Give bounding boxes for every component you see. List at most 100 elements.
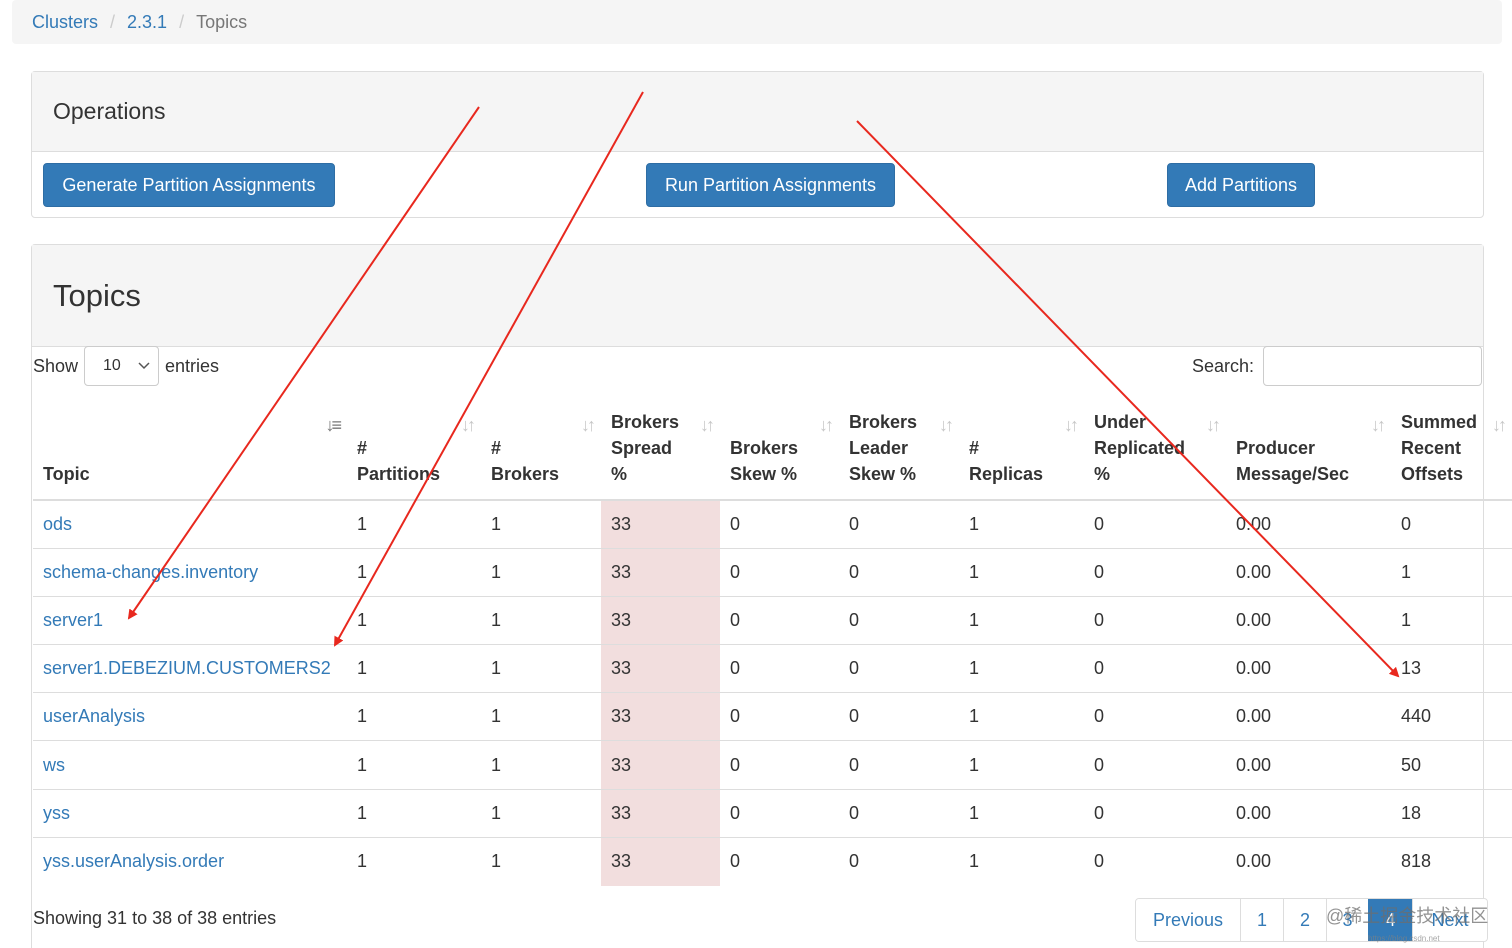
cell-replicas: 1 xyxy=(959,692,1084,741)
cell-under-replicated: 0 xyxy=(1084,836,1226,886)
cell-replicas: 1 xyxy=(959,644,1084,693)
cell-brokers-skew: 0 xyxy=(720,692,839,741)
column-header-summed-recent-offsets[interactable]: Summed Recent Offsets ↓↑ xyxy=(1391,402,1512,501)
topic-link[interactable]: yss.userAnalysis.order xyxy=(43,851,224,871)
pagination-page[interactable]: 2 xyxy=(1283,899,1326,941)
page-size-select[interactable]: 10 xyxy=(84,346,160,386)
column-header-label: Offsets xyxy=(1401,464,1464,484)
cell-brokers: 1 xyxy=(481,692,601,741)
pagination-previous[interactable]: Previous xyxy=(1136,899,1240,941)
column-header-under-replicated[interactable]: Under Replicated% ↓↑ xyxy=(1084,402,1226,501)
sort-icon[interactable]: ↓↑ xyxy=(461,412,476,438)
cell-brokers-skew: 0 xyxy=(720,644,839,693)
cell-brokers-skew: 0 xyxy=(720,788,839,838)
cell-under-replicated: 0 xyxy=(1084,547,1226,597)
topic-link[interactable]: yss xyxy=(43,803,70,823)
sort-icon[interactable]: ↓↑ xyxy=(1206,412,1221,438)
cell-brokers-leader-skew: 0 xyxy=(839,836,959,886)
column-header-producer-message-sec[interactable]: Producer Message/Sec ↓↑ xyxy=(1226,402,1391,501)
sort-asc-icon[interactable]: ↓≡ xyxy=(325,412,341,438)
generate-partition-assignments-button[interactable]: Generate Partition Assignments xyxy=(43,163,335,207)
topic-link[interactable]: userAnalysis xyxy=(43,706,145,726)
table-row: userAnalysis 1 1 33 0 0 1 0 0.00 440 xyxy=(33,692,1512,741)
column-header-label: Skew % xyxy=(730,464,798,484)
cell-partitions: 1 xyxy=(347,692,481,741)
cell-summed-recent-offsets: 818 xyxy=(1391,836,1512,886)
cell-producer-message-sec: 0.00 xyxy=(1226,788,1391,838)
breadcrumb-separator: / xyxy=(179,11,185,32)
search-label: Search: xyxy=(1192,355,1255,376)
column-header-label: Summed xyxy=(1401,412,1478,432)
cell-brokers-skew: 0 xyxy=(720,595,839,645)
cell-brokers-spread: 33 xyxy=(601,788,720,838)
cell-under-replicated: 0 xyxy=(1084,788,1226,838)
sort-icon[interactable]: ↓↑ xyxy=(700,412,715,438)
topics-title: Topics xyxy=(32,245,1483,347)
cell-brokers-skew: 0 xyxy=(720,836,839,886)
column-header-brokers-leader-skew[interactable]: Brokers Leader Skew % ↓↑ xyxy=(839,402,959,501)
cell-brokers-skew: 0 xyxy=(720,547,839,597)
cell-brokers-leader-skew: 0 xyxy=(839,740,959,790)
column-header-label: Brokers xyxy=(849,412,918,432)
cell-under-replicated: 0 xyxy=(1084,740,1226,790)
cell-summed-recent-offsets: 1 xyxy=(1391,547,1512,597)
breadcrumb-topics: Topics xyxy=(196,11,248,32)
cell-topic: userAnalysis xyxy=(33,692,347,741)
chevron-down-icon xyxy=(138,362,150,370)
breadcrumb-clusters[interactable]: Clusters xyxy=(32,12,98,33)
search-input[interactable] xyxy=(1263,346,1483,386)
run-partition-assignments-button[interactable]: Run Partition Assignments xyxy=(646,163,895,207)
show-label: Show xyxy=(33,355,79,376)
cell-topic: ods xyxy=(33,500,347,548)
cell-under-replicated: 0 xyxy=(1094,513,1105,534)
cell-topic: server1.DEBEZIUM.CUSTOMERS2 xyxy=(33,644,347,693)
column-header-topic[interactable]: Topic ↓≡ xyxy=(33,402,347,501)
cell-partitions: 1 xyxy=(347,788,481,838)
topic-link[interactable]: server1.DEBEZIUM.CUSTOMERS2 xyxy=(43,658,331,678)
column-header-replicas[interactable]: # Replicas ↓↑ xyxy=(959,402,1084,501)
sort-icon[interactable]: ↓↑ xyxy=(1371,412,1386,438)
column-header-label: # xyxy=(491,438,502,458)
search-control: Search: xyxy=(1192,346,1483,386)
cell-producer-message-sec: 0.00 xyxy=(1226,692,1391,741)
column-header-label: Replicated xyxy=(1094,438,1186,458)
topic-link[interactable]: schema-changes.inventory xyxy=(43,562,258,582)
cell-brokers-leader-skew: 0 xyxy=(839,547,959,597)
cell-brokers-spread: 33 xyxy=(601,836,720,886)
page-size-control: Show 10 entries xyxy=(33,346,219,386)
cell-summed-recent-offsets: 0 xyxy=(1401,513,1412,534)
column-header-label: Brokers xyxy=(491,464,560,484)
cell-topic: yss xyxy=(33,788,347,838)
cell-producer-message-sec: 0.00 xyxy=(1226,740,1391,790)
sort-icon[interactable]: ↓↑ xyxy=(581,412,596,438)
column-header-label: % xyxy=(1094,464,1111,484)
column-header-brokers-spread[interactable]: Brokers Spread% ↓↑ xyxy=(601,402,720,501)
cell-summed-recent-offsets: 18 xyxy=(1391,788,1512,838)
pagination-page[interactable]: 1 xyxy=(1240,899,1283,941)
column-header-brokers-skew[interactable]: Brokers Skew % ↓↑ xyxy=(720,402,839,501)
table-info: Showing 31 to 38 of 38 entries xyxy=(33,908,277,928)
cell-replicas: 1 xyxy=(959,547,1084,597)
breadcrumb-cluster-version[interactable]: 2.3.1 xyxy=(127,12,167,33)
sort-icon[interactable]: ↓↑ xyxy=(1492,412,1507,438)
topic-link[interactable]: server1 xyxy=(43,610,103,630)
cell-partitions: 1 xyxy=(347,740,481,790)
cell-brokers-spread: 33 xyxy=(601,500,720,549)
add-partitions-button[interactable]: Add Partitions xyxy=(1167,163,1315,207)
column-header-label: # xyxy=(357,438,368,458)
column-header-label: Leader xyxy=(849,438,909,458)
topic-link[interactable]: ods xyxy=(43,514,72,534)
topic-link[interactable]: ws xyxy=(43,755,65,775)
column-header-partitions[interactable]: # Partitions ↓↑ xyxy=(347,402,481,501)
cell-producer-message-sec: 0.00 xyxy=(1226,836,1391,886)
column-header-label: Replicas xyxy=(969,464,1044,484)
sort-icon[interactable]: ↓↑ xyxy=(939,412,954,438)
table-row: yss 1 1 33 0 0 1 0 0.00 18 xyxy=(33,788,1512,838)
sort-icon[interactable]: ↓↑ xyxy=(1064,412,1079,438)
cell-brokers-skew: 0 xyxy=(730,513,741,534)
sort-icon[interactable]: ↓↑ xyxy=(819,412,834,438)
column-header-brokers[interactable]: # Brokers ↓↑ xyxy=(481,402,601,501)
cell-producer-message-sec: 0.00 xyxy=(1226,547,1391,597)
cell-brokers: 1 xyxy=(481,740,601,790)
column-header-label: Skew % xyxy=(849,464,917,484)
